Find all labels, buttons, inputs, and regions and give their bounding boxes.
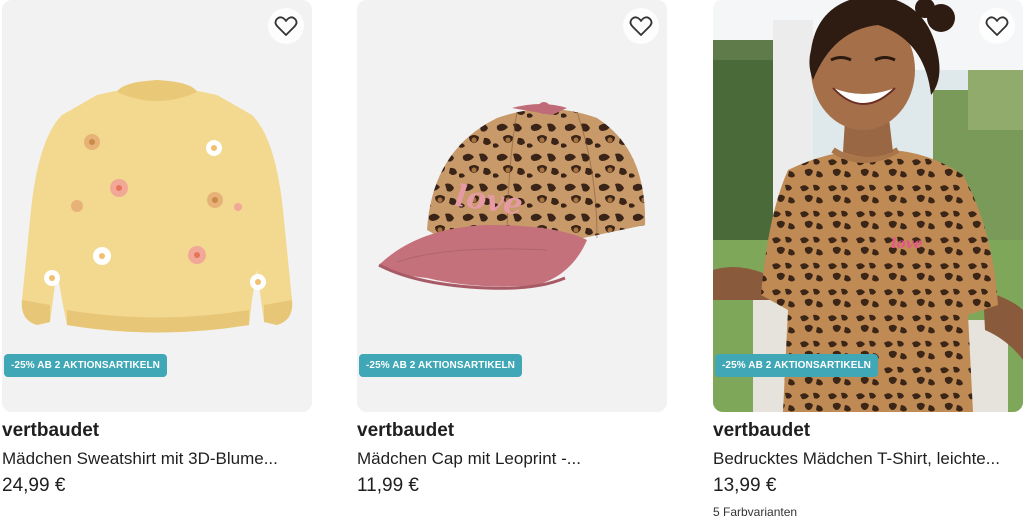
product-image[interactable]: love -25% AB 2 AKTIONSARTIKELN bbox=[713, 0, 1023, 412]
product-card[interactable]: -25% AB 2 AKTIONSARTIKELN vertbaudet Mäd… bbox=[2, 0, 312, 497]
product-price: 11,99 € bbox=[357, 475, 419, 496]
promo-badge: -25% AB 2 AKTIONSARTIKELN bbox=[715, 354, 878, 377]
product-image[interactable]: love -25% AB 2 AKTIONSARTIKELN bbox=[357, 0, 667, 412]
product-brand: vertbaudet bbox=[357, 420, 455, 441]
favorite-button[interactable] bbox=[623, 8, 659, 44]
promo-badge: -25% AB 2 AKTIONSARTIKELN bbox=[4, 354, 167, 377]
product-title[interactable]: Mädchen Cap mit Leoprint -... bbox=[357, 449, 663, 469]
girl-tshirt-photo: love bbox=[713, 0, 1023, 412]
color-variants-count[interactable]: 5 Farbvarianten bbox=[713, 505, 1023, 519]
product-title[interactable]: Mädchen Sweatshirt mit 3D-Blume... bbox=[2, 449, 308, 469]
favorite-button[interactable] bbox=[979, 8, 1015, 44]
favorite-button[interactable] bbox=[268, 8, 304, 44]
heart-outline-icon bbox=[985, 16, 1009, 36]
product-card[interactable]: love -25% AB 2 AKTIONSARTIKELN vertbaude… bbox=[357, 0, 667, 497]
product-brand: vertbaudet bbox=[2, 420, 100, 441]
product-title[interactable]: Bedrucktes Mädchen T-Shirt, leichte... bbox=[713, 449, 1019, 469]
cap-image: love bbox=[357, 0, 667, 412]
product-price: 24,99 € bbox=[2, 475, 66, 496]
heart-outline-icon bbox=[629, 16, 653, 36]
product-brand: vertbaudet bbox=[713, 420, 811, 441]
product-image[interactable]: -25% AB 2 AKTIONSARTIKELN bbox=[2, 0, 312, 412]
product-price: 13,99 € bbox=[713, 475, 777, 496]
product-card[interactable]: love -25% AB 2 AKTIONSARTIKELN vertbaude… bbox=[713, 0, 1023, 519]
promo-badge: -25% AB 2 AKTIONSARTIKELN bbox=[359, 354, 522, 377]
sweatshirt-image bbox=[2, 0, 312, 412]
heart-outline-icon bbox=[274, 16, 298, 36]
tshirt-print-text: love bbox=[891, 236, 923, 252]
